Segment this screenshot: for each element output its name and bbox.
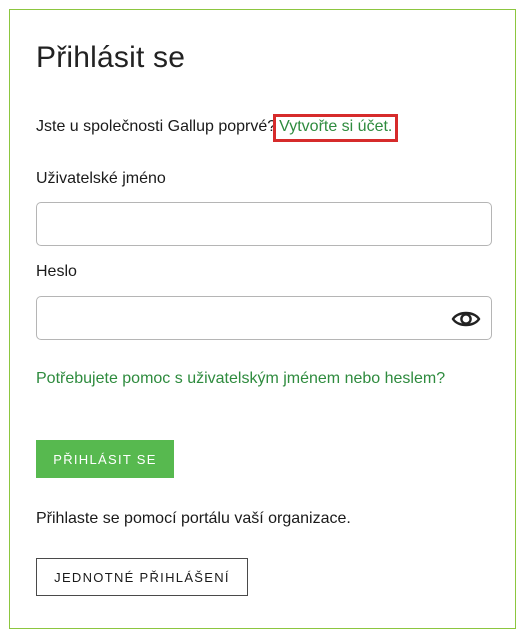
org-portal-text: Přihlaste se pomocí portálu vaší organiz… (36, 510, 351, 527)
intro-line: Jste u společnosti Gallup poprvé? Vytvořt… (36, 114, 399, 142)
password-input[interactable] (36, 296, 492, 340)
intro-text: Jste u společnosti Gallup poprvé? (36, 118, 277, 135)
username-password-help-link[interactable]: Potřebujete pomoc s uživatelským jménem … (36, 365, 456, 393)
login-button[interactable]: PŘIHLÁSIT SE (36, 440, 174, 478)
username-input[interactable] (36, 202, 492, 246)
page-title: Přihlásit se (36, 41, 186, 74)
create-account-link[interactable]: Vytvořte si účet. (273, 114, 399, 142)
sso-button[interactable]: JEDNOTNÉ PŘIHLÁŠENÍ (36, 558, 248, 596)
username-label: Uživatelské jméno (36, 170, 166, 187)
eye-icon[interactable] (451, 309, 481, 329)
password-label: Heslo (36, 263, 77, 280)
